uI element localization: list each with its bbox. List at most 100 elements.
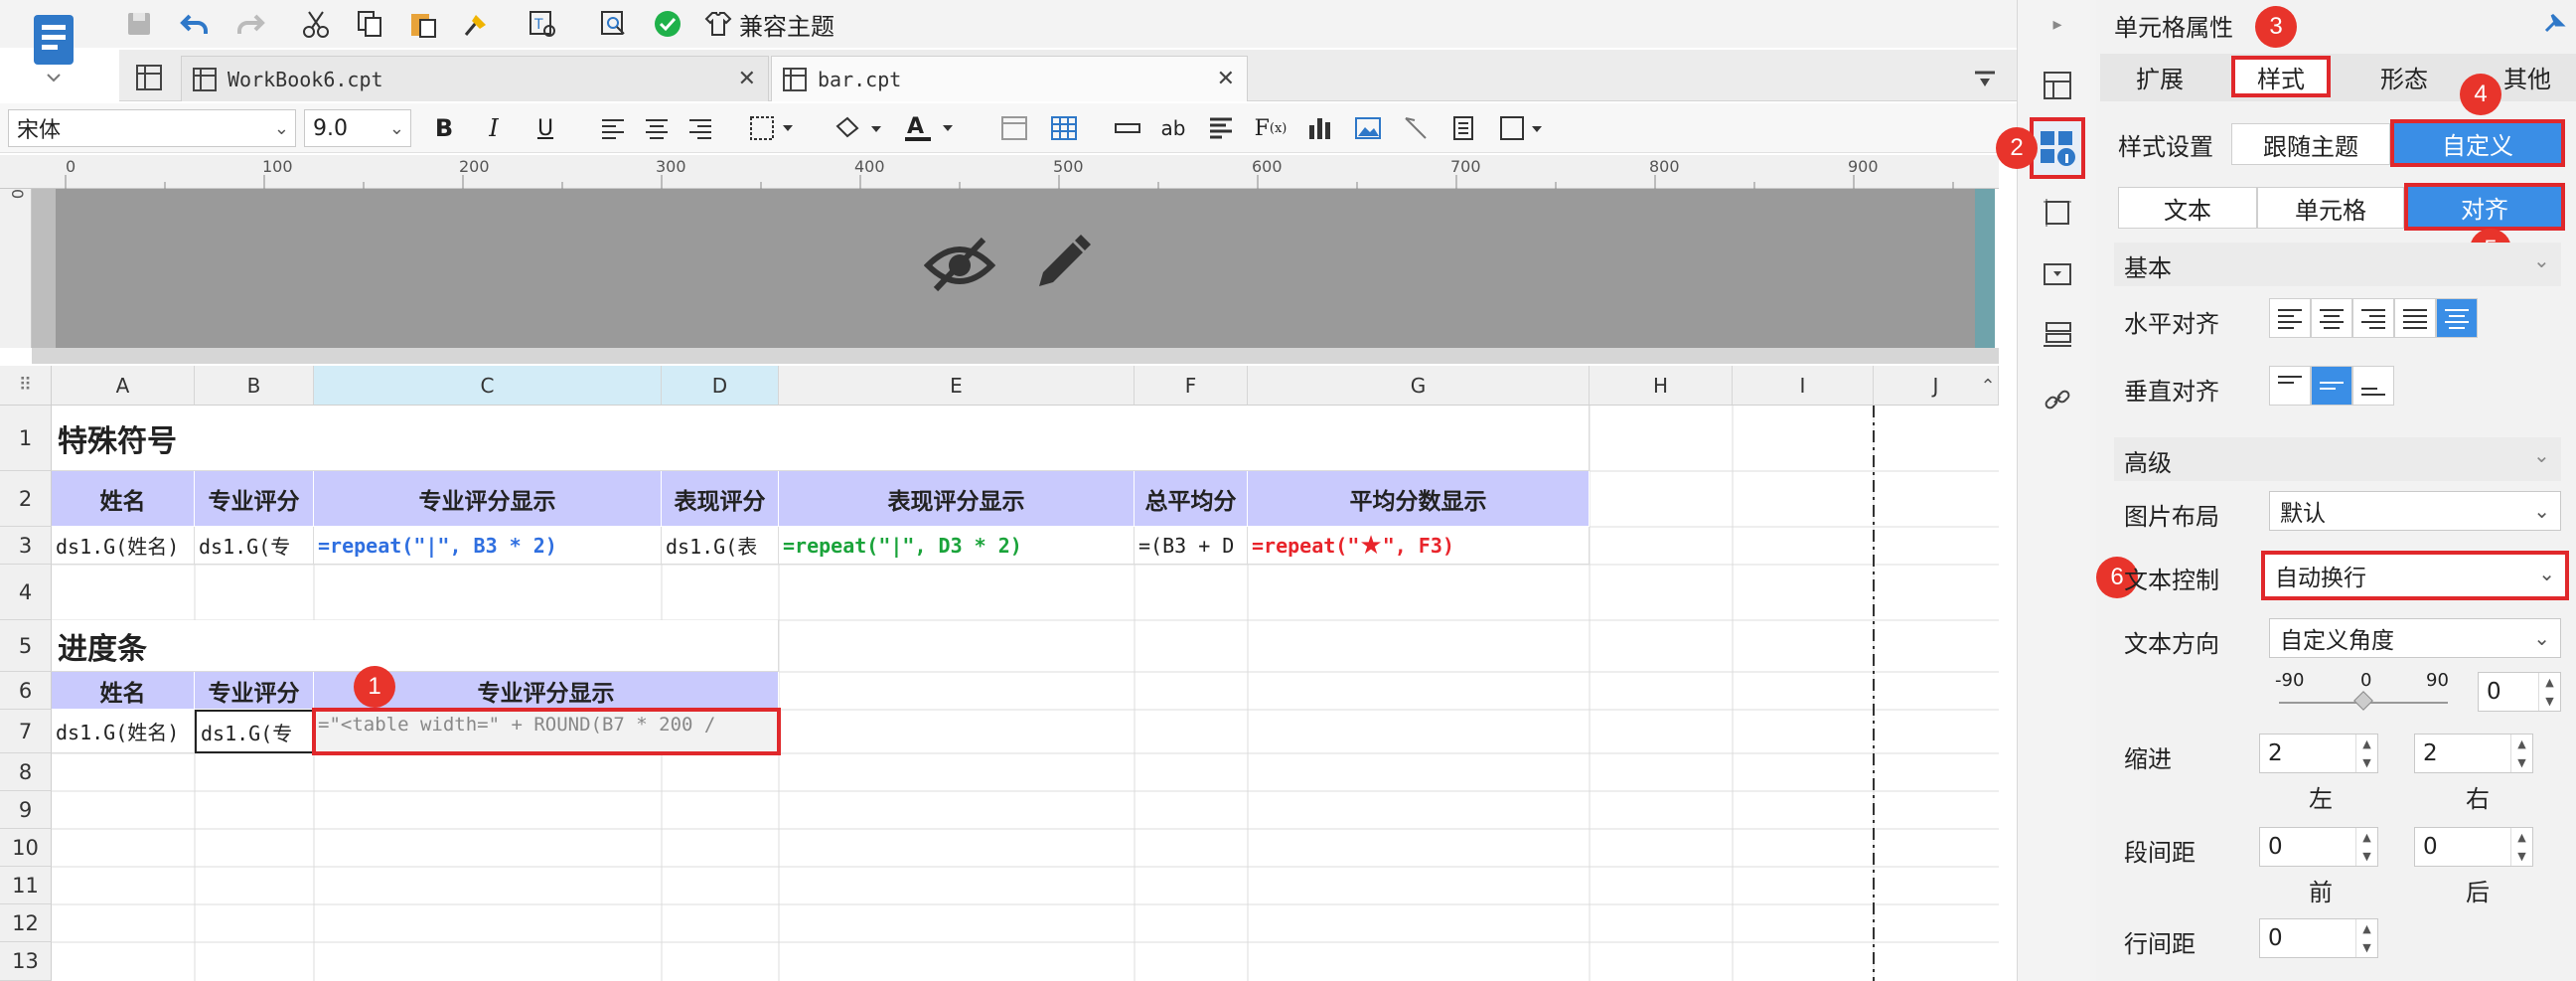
insert-float-element-icon[interactable]	[1494, 109, 1554, 147]
cell-c3[interactable]: =repeat("|", B3 * 2)	[314, 527, 662, 565]
basic-section-header[interactable]	[2114, 243, 2561, 286]
close-icon[interactable]: ✕	[738, 67, 756, 91]
indent-right-input[interactable]: 2 ▲ ▼	[2414, 734, 2533, 773]
redo-icon[interactable]	[230, 4, 270, 44]
hidden-eye-icon[interactable]	[920, 225, 999, 304]
header-name-2[interactable]: 姓名	[52, 672, 195, 710]
v-align-top-icon[interactable]	[2269, 366, 2311, 406]
font-family-select[interactable]: 宋体 ⌄	[8, 109, 296, 147]
underline-icon[interactable]: U	[527, 109, 564, 147]
text-control-select[interactable]: 自动换行 ⌄	[2261, 551, 2569, 600]
expand-arrow-icon[interactable]: ▸	[2038, 4, 2077, 44]
row-header-8[interactable]: 8	[0, 753, 52, 791]
v-align-middle-icon[interactable]	[2311, 366, 2352, 406]
header-name[interactable]: 姓名	[52, 471, 195, 527]
cell-b3[interactable]: ds1.G(专	[195, 527, 314, 565]
para-before-input[interactable]: 0 ▲ ▼	[2259, 827, 2378, 867]
v-align-bottom-icon[interactable]	[2352, 366, 2394, 406]
splitter[interactable]	[32, 348, 1999, 364]
subtab-cell[interactable]: 单元格	[2257, 187, 2404, 229]
cell-f3[interactable]: =(B3 + D	[1135, 527, 1248, 565]
tab-workbook6[interactable]: WorkBook6.cpt ✕	[181, 56, 769, 101]
header-pro-score[interactable]: 专业评分	[195, 471, 314, 527]
cell-element-icon[interactable]	[2036, 64, 2079, 107]
row-header-9[interactable]: 9	[0, 791, 52, 829]
column-header-e[interactable]: E	[779, 366, 1135, 406]
stepper-arrows-icon[interactable]: ▲ ▼	[2355, 919, 2377, 957]
column-header-d[interactable]: D	[662, 366, 779, 406]
advanced-section-header[interactable]	[2114, 437, 2561, 481]
align-left-icon[interactable]	[594, 109, 632, 147]
check-icon[interactable]	[648, 4, 687, 44]
hyperlink-icon[interactable]	[2036, 378, 2079, 421]
app-logo-icon[interactable]	[18, 4, 89, 91]
h-align-distribute-icon[interactable]	[2436, 298, 2478, 338]
scroll-up-icon[interactable]: ⌃	[1977, 366, 1999, 406]
column-header-h[interactable]: H	[1590, 366, 1733, 406]
font-color-icon[interactable]: A	[900, 109, 960, 147]
angle-input[interactable]: 0 ▲ ▼	[2478, 672, 2561, 712]
section-title-progress-bar[interactable]: 进度条	[52, 620, 779, 672]
italic-icon[interactable]: I	[475, 109, 513, 147]
h-align-justify-icon[interactable]	[2394, 298, 2436, 338]
insert-slash-icon[interactable]	[1397, 109, 1435, 147]
column-header-i[interactable]: I	[1733, 366, 1874, 406]
text-direction-select[interactable]: 自定义角度 ⌄	[2269, 618, 2561, 658]
row-header-12[interactable]: 12	[0, 904, 52, 942]
column-header-c[interactable]: C	[314, 366, 662, 406]
h-align-left-icon[interactable]	[2269, 298, 2311, 338]
pin-icon[interactable]	[2537, 6, 2571, 40]
tab-list-icon[interactable]	[1967, 62, 2003, 97]
column-header-a[interactable]: A	[52, 366, 195, 406]
insert-chart-icon[interactable]	[1301, 109, 1339, 147]
template-grid-icon[interactable]	[131, 60, 167, 95]
compat-theme-button[interactable]: 兼容主题	[703, 4, 834, 44]
header-avg-display[interactable]: 平均分数显示	[1248, 471, 1590, 527]
row-header-1[interactable]: 1	[0, 406, 52, 471]
close-icon[interactable]: ✕	[1217, 67, 1235, 91]
text-box-icon[interactable]: T	[523, 4, 562, 44]
border-icon[interactable]	[745, 109, 799, 147]
stepper-arrows-icon[interactable]: ▲ ▼	[2510, 735, 2532, 772]
font-size-select[interactable]: 9.0 ⌄	[304, 109, 411, 147]
bold-icon[interactable]: B	[425, 109, 463, 147]
header-pro-score-display[interactable]: 专业评分显示	[314, 471, 662, 527]
insert-subreport-icon[interactable]	[1444, 109, 1482, 147]
search-preview-icon[interactable]	[594, 4, 634, 44]
h-align-center-icon[interactable]	[2311, 298, 2352, 338]
column-header-b[interactable]: B	[195, 366, 314, 406]
follow-theme-button[interactable]: 跟随主题	[2231, 123, 2390, 165]
cell-g3[interactable]: =repeat(" ★ ", F3)	[1248, 527, 1590, 565]
condition-attribute-icon[interactable]	[2036, 314, 2079, 358]
align-center-icon[interactable]	[638, 109, 676, 147]
align-right-icon[interactable]	[682, 109, 719, 147]
split-cells-icon[interactable]	[1045, 109, 1083, 147]
cell-a7[interactable]: ds1.G(姓名)	[52, 710, 195, 753]
insert-formula-icon[interactable]: F (x)	[1250, 109, 1291, 147]
row-header-5[interactable]: 5	[0, 620, 52, 672]
image-layout-select[interactable]: 默认 ⌄	[2269, 491, 2561, 531]
cell-a3[interactable]: ds1.G(姓名)	[52, 527, 195, 565]
cell-attributes-icon[interactable]	[2030, 117, 2085, 179]
merge-cells-icon[interactable]	[995, 109, 1033, 147]
row-header-4[interactable]: 4	[0, 565, 52, 620]
paste-icon[interactable]	[403, 4, 443, 44]
tab-expand[interactable]: 扩展	[2110, 56, 2209, 97]
header-perf-score-display[interactable]: 表现评分显示	[779, 471, 1135, 527]
cell-d3[interactable]: ds1.G(表	[662, 527, 779, 565]
insert-richtext-icon[interactable]	[1202, 109, 1240, 147]
copy-icon[interactable]	[350, 4, 389, 44]
insert-data-column-icon[interactable]	[1109, 109, 1146, 147]
row-header-13[interactable]: 13	[0, 942, 52, 981]
column-header-f[interactable]: F	[1135, 366, 1248, 406]
stepper-arrows-icon[interactable]: ▲ ▼	[2538, 673, 2560, 711]
custom-button[interactable]: 自定义	[2390, 119, 2565, 167]
tab-bar[interactable]: bar.cpt ✕	[771, 56, 1248, 101]
header-perf-score[interactable]: 表现评分	[662, 471, 779, 527]
h-align-right-icon[interactable]	[2352, 298, 2394, 338]
tab-style[interactable]: 样式	[2231, 56, 2331, 97]
select-all-corner[interactable]: ⠿	[0, 366, 52, 406]
stepper-arrows-icon[interactable]: ▲ ▼	[2510, 828, 2532, 866]
row-header-2[interactable]: 2	[0, 471, 52, 527]
float-element-icon[interactable]	[2036, 191, 2079, 235]
